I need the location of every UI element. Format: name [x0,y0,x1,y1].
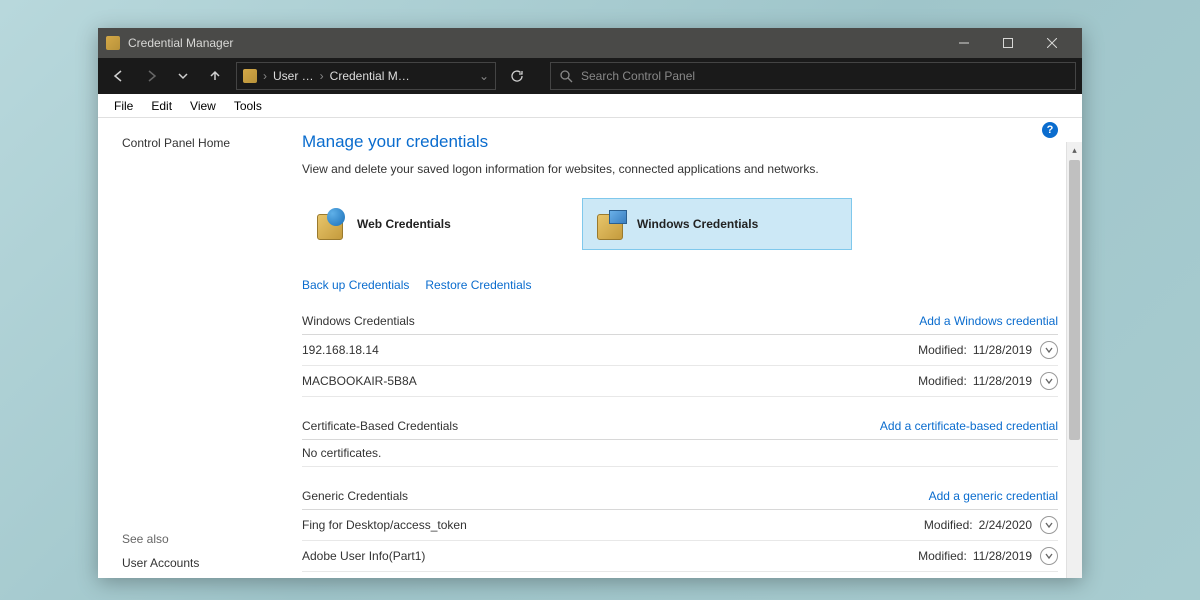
section-title: Certificate-Based Credentials [302,419,458,433]
credential-row[interactable]: MACBOOKAIR-5B8A Modified: 11/28/2019 [302,366,1058,397]
credential-name: Fing for Desktop/access_token [302,518,924,532]
add-generic-credential-link[interactable]: Add a generic credential [929,489,1058,503]
credential-date: 2/24/2020 [979,518,1032,532]
window-title: Credential Manager [128,36,942,50]
forward-button[interactable] [136,62,166,90]
help-icon[interactable]: ? [1042,122,1058,138]
breadcrumb-seg-2[interactable]: Credential M… [330,69,410,83]
page-title: Manage your credentials [302,132,1058,152]
chevron-right-icon: › [320,69,324,83]
sidebar-see-also-label: See also [122,532,290,546]
app-icon [106,36,120,50]
chevron-down-icon[interactable]: ⌄ [479,69,489,83]
credential-row[interactable]: Fing for Desktop/access_token Modified: … [302,510,1058,541]
web-credentials-icon [315,208,347,240]
titlebar: Credential Manager [98,28,1082,58]
minimize-button[interactable] [942,28,986,58]
credential-name: 192.168.18.14 [302,343,918,357]
add-windows-credential-link[interactable]: Add a Windows credential [919,314,1058,328]
restore-credentials-link[interactable]: Restore Credentials [425,278,531,292]
credential-row[interactable]: Adobe User Info(Part1) Modified: 11/28/2… [302,541,1058,572]
section-certificate-credentials: Certificate-Based Credentials Add a cert… [302,419,1058,467]
modified-label: Modified: [918,374,967,388]
action-links: Back up Credentials Restore Credentials [302,278,1058,292]
backup-credentials-link[interactable]: Back up Credentials [302,278,409,292]
menu-edit[interactable]: Edit [143,97,180,115]
no-certificates-label: No certificates. [302,440,1058,467]
search-icon [559,69,573,83]
section-generic-credentials: Generic Credentials Add a generic creden… [302,489,1058,578]
menu-file[interactable]: File [106,97,141,115]
page-description: View and delete your saved logon informa… [302,162,1058,176]
main-panel: ? Manage your credentials View and delet… [298,118,1082,578]
expand-button[interactable] [1040,341,1058,359]
search-box[interactable] [550,62,1076,90]
modified-label: Modified: [918,343,967,357]
credential-date: 11/28/2019 [973,343,1032,357]
section-windows-credentials: Windows Credentials Add a Windows creden… [302,314,1058,397]
credential-name: MACBOOKAIR-5B8A [302,374,918,388]
sidebar: Control Panel Home See also User Account… [98,118,298,578]
scrollbar-thumb[interactable] [1069,160,1080,440]
folder-icon [243,69,257,83]
tab-web-label: Web Credentials [357,217,451,231]
sidebar-user-accounts[interactable]: User Accounts [122,556,290,570]
credential-manager-window: Credential Manager › User … › Credential… [98,28,1082,578]
history-dropdown-button[interactable] [168,62,198,90]
credential-name: Adobe User Info(Part1) [302,549,918,563]
chevron-right-icon: › [263,69,267,83]
windows-credentials-icon [595,208,627,240]
scrollbar[interactable]: ▴ [1066,142,1082,578]
breadcrumb-seg-1[interactable]: User … [273,69,314,83]
back-button[interactable] [104,62,134,90]
maximize-button[interactable] [986,28,1030,58]
menu-view[interactable]: View [182,97,224,115]
credential-type-tabs: Web Credentials Windows Credentials [302,198,1058,250]
credential-row[interactable]: 192.168.18.14 Modified: 11/28/2019 [302,335,1058,366]
credential-row[interactable]: Adobe User Info(Part2) Modified: 11/28/2… [302,572,1058,578]
modified-label: Modified: [924,518,973,532]
up-button[interactable] [200,62,230,90]
search-input[interactable] [581,69,1067,83]
menu-tools[interactable]: Tools [226,97,270,115]
modified-label: Modified: [918,549,967,563]
refresh-button[interactable] [502,62,532,90]
content-area: Control Panel Home See also User Account… [98,118,1082,578]
breadcrumb[interactable]: › User … › Credential M… ⌄ [236,62,496,90]
expand-button[interactable] [1040,516,1058,534]
section-title: Generic Credentials [302,489,408,503]
credential-date: 11/28/2019 [973,374,1032,388]
expand-button[interactable] [1040,547,1058,565]
menubar: File Edit View Tools [98,94,1082,118]
expand-button[interactable] [1040,372,1058,390]
tab-windows-credentials[interactable]: Windows Credentials [582,198,852,250]
section-title: Windows Credentials [302,314,415,328]
sidebar-control-panel-home[interactable]: Control Panel Home [122,136,290,150]
tab-windows-label: Windows Credentials [637,217,758,231]
navbar: › User … › Credential M… ⌄ [98,58,1082,94]
tab-web-credentials[interactable]: Web Credentials [302,198,572,250]
close-button[interactable] [1030,28,1074,58]
add-certificate-credential-link[interactable]: Add a certificate-based credential [880,419,1058,433]
scroll-up-button[interactable]: ▴ [1067,142,1082,158]
credential-date: 11/28/2019 [973,549,1032,563]
